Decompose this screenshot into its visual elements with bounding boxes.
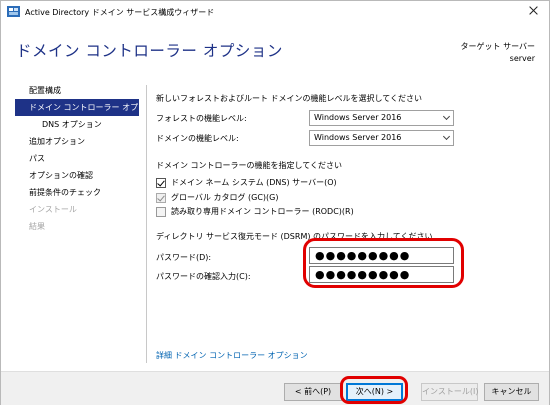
close-icon[interactable] [519,1,547,21]
target-server-value: server [509,54,535,63]
domain-level-dropdown[interactable]: Windows Server 2016 [309,130,454,146]
confirm-password-label: パスワードの確認入力(C): [156,272,251,281]
nav-item-dns-options[interactable]: DNS オプション [15,116,139,133]
forest-level-value: Windows Server 2016 [314,113,402,122]
rodc-checkbox [156,206,166,217]
domain-level-label: ドメインの機能レベル: [156,134,239,143]
nav-item-prerequisites-check[interactable]: 前提条件のチェック [15,184,139,201]
nav-item-installation: インストール [29,205,77,214]
rodc-label: 読み取り専用ドメイン コントローラー (RODC)(R) [171,207,354,216]
functional-level-heading: 新しいフォレストおよびルート ドメインの機能レベルを選択してください [156,94,423,103]
wizard-step-nav: 配置構成 ドメイン コントローラー オプ... DNS オプション 追加オプショ… [15,82,139,235]
password-label: パスワード(D): [156,253,212,262]
wizard-footer: < 前へ(P) 次へ(N) > インストール(I) キャンセル [1,371,549,405]
wizard-window: Active Directory ドメイン サービス構成ウィザード ドメイン コ… [0,0,550,405]
nav-item-dc-options[interactable]: ドメイン コントローラー オプ... [15,99,139,116]
chevron-down-icon [442,112,451,121]
nav-divider [146,85,147,363]
forest-level-label: フォレストの機能レベル: [156,114,247,123]
forest-level-dropdown[interactable]: Windows Server 2016 [309,110,454,126]
page-title: ドメイン コントローラー オプション [16,42,283,60]
chevron-down-icon [442,132,451,141]
title-bar: Active Directory ドメイン サービス構成ウィザード [1,1,549,23]
global-catalog-checkbox-row: グローバル カタログ (GC)(G) [156,191,278,204]
nav-item-additional-options[interactable]: 追加オプション [15,133,139,150]
capabilities-heading: ドメイン コントローラーの機能を指定してください [156,161,343,170]
next-button-highlight-annotation [340,376,408,404]
rodc-checkbox-row: 読み取り専用ドメイン コントローラー (RODC)(R) [156,205,354,218]
dns-server-checkbox-row[interactable]: ドメイン ネーム システム (DNS) サーバー(O) [156,176,337,189]
dns-server-checkbox[interactable] [156,177,166,188]
dns-server-label: ドメイン ネーム システム (DNS) サーバー(O) [171,178,337,187]
password-highlight-annotation [303,238,464,288]
window-title: Active Directory ドメイン サービス構成ウィザード [25,8,215,17]
nav-item-results: 結果 [29,222,45,231]
nav-item-paths[interactable]: パス [15,150,139,167]
global-catalog-checkbox [156,192,166,203]
nav-item-review-options[interactable]: オプションの確認 [15,167,139,184]
back-button[interactable]: < 前へ(P) [284,383,342,401]
dc-options-details-link[interactable]: 詳細 ドメイン コントローラー オプション [156,350,308,361]
target-server-label: ターゲット サーバー [460,42,535,51]
cancel-button[interactable]: キャンセル [484,383,539,401]
global-catalog-label: グローバル カタログ (GC)(G) [171,193,279,202]
install-button: インストール(I) [421,383,478,401]
domain-level-value: Windows Server 2016 [314,133,402,142]
nav-item-deployment-config[interactable]: 配置構成 [15,82,139,99]
active-directory-app-icon [7,6,20,17]
